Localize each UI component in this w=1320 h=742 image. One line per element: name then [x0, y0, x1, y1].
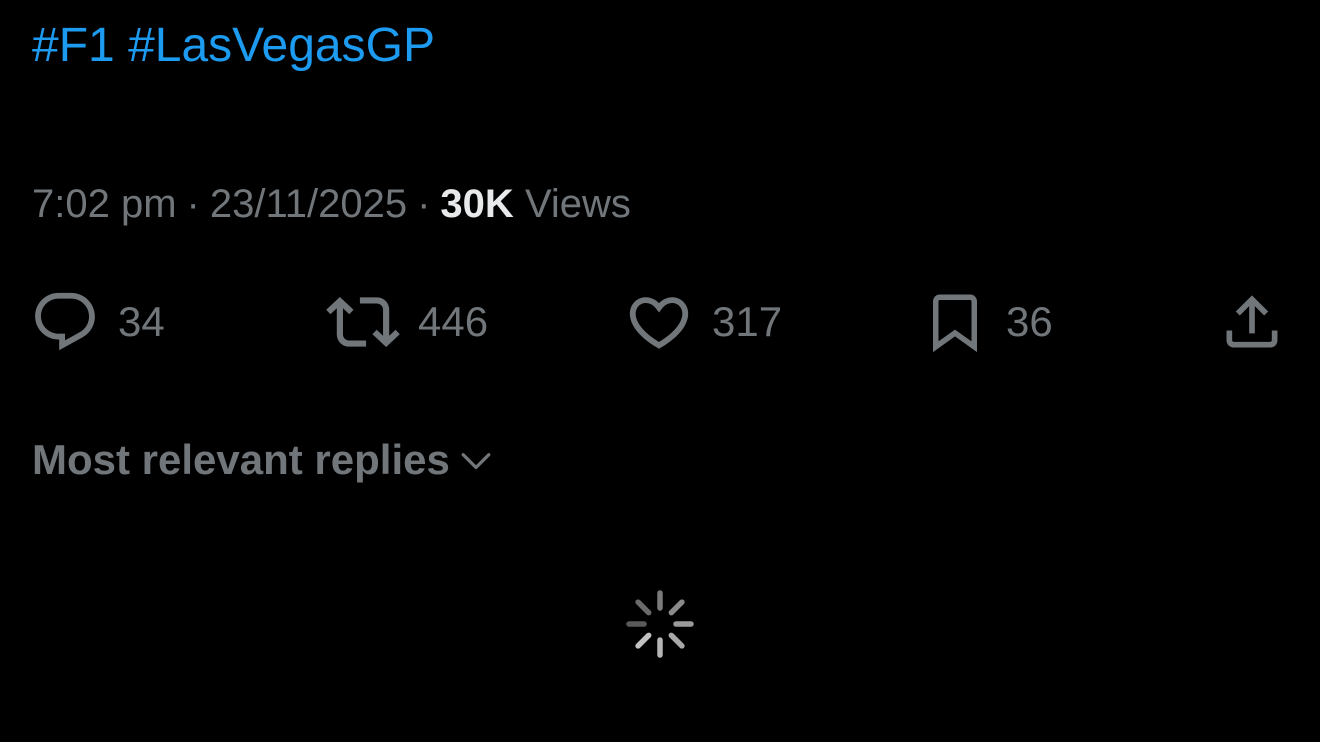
tweet-hashtags: #F1 #LasVegasGP [32, 14, 435, 78]
reply-button[interactable]: 34 [30, 282, 165, 362]
reply-icon [35, 292, 95, 351]
bookmark-count: 36 [1006, 298, 1053, 345]
loading-spinner-icon [626, 590, 694, 658]
tweet-metadata: 7:02 pm · 23/11/2025 · 30K Views [32, 178, 631, 230]
reply-sort-label: Most relevant replies [32, 436, 450, 483]
like-button[interactable]: 317 [624, 282, 782, 362]
reply-sort-dropdown[interactable]: Most relevant replies [32, 432, 494, 488]
reply-count: 34 [118, 298, 165, 345]
heart-icon [629, 297, 689, 349]
views-count: 30K [440, 182, 514, 226]
share-button[interactable] [1218, 282, 1286, 362]
separator: · [186, 182, 200, 226]
tweet-time[interactable]: 7:02 pm [32, 182, 177, 226]
bookmark-icon [933, 294, 977, 353]
repost-icon [326, 296, 400, 348]
repost-count: 446 [418, 298, 489, 345]
bookmark-button[interactable]: 36 [922, 282, 1053, 362]
share-icon [1226, 295, 1278, 348]
hashtag-link[interactable]: #LasVegasGP [128, 19, 435, 72]
chevron-down-icon [461, 453, 491, 470]
separator: · [417, 182, 431, 226]
hashtag-link[interactable]: #F1 [32, 19, 115, 72]
tweet-date[interactable]: 23/11/2025 [210, 182, 407, 226]
tweet-action-bar: 34 446 317 36 [0, 282, 1320, 362]
like-count: 317 [712, 298, 783, 345]
views-label: Views [524, 182, 631, 226]
repost-button[interactable]: 446 [326, 282, 488, 362]
